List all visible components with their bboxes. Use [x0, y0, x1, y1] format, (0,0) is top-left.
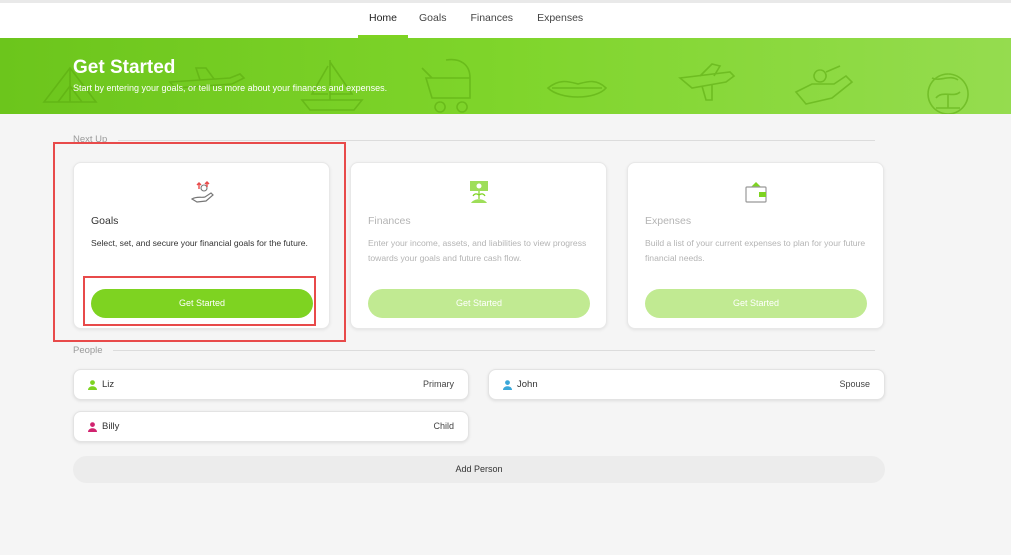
expenses-card: Expenses Build a list of your current ex… — [627, 162, 884, 329]
money-plant-icon — [469, 181, 488, 203]
wallet-icon — [744, 182, 767, 203]
person-icon — [503, 380, 512, 390]
add-person-button[interactable]: Add Person — [73, 456, 885, 483]
person-card-john[interactable]: John Spouse — [488, 369, 885, 400]
expenses-card-description: Build a list of your current expenses to… — [645, 238, 866, 263]
tab-expenses[interactable]: Expenses — [537, 3, 583, 38]
person-icon — [88, 380, 97, 390]
person-role: Child — [433, 421, 454, 431]
person-role: Primary — [423, 379, 454, 389]
hand-goals-icon — [190, 181, 214, 203]
banner-subtitle: Start by entering your goals, or tell us… — [73, 83, 388, 93]
top-navigation: Home Goals Finances Expenses — [0, 0, 1011, 38]
expenses-card-title: Expenses — [645, 215, 692, 227]
person-icon — [88, 422, 97, 432]
tab-finances[interactable]: Finances — [470, 3, 513, 38]
finances-card-description: Enter your income, assets, and liabiliti… — [368, 238, 587, 263]
nav-tabs: Home Goals Finances Expenses — [357, 3, 607, 38]
person-role: Spouse — [839, 379, 870, 389]
next-up-divider — [118, 140, 875, 141]
finances-get-started-button[interactable]: Get Started — [368, 289, 590, 318]
person-name: Billy — [102, 421, 120, 432]
finances-card-title: Finances — [368, 215, 411, 227]
goals-card-description: Select, set, and secure your financial g… — [91, 238, 308, 248]
tab-home[interactable]: Home — [357, 3, 409, 38]
goals-get-started-button[interactable]: Get Started — [91, 289, 313, 318]
person-card-liz[interactable]: Liz Primary — [73, 369, 469, 400]
people-divider — [113, 350, 875, 351]
people-label: People — [73, 345, 103, 356]
goals-card: Goals Select, set, and secure your finan… — [73, 162, 330, 329]
expenses-get-started-button[interactable]: Get Started — [645, 289, 867, 318]
get-started-banner: Get Started Start by entering your goals… — [0, 38, 1011, 114]
banner-title: Get Started — [73, 57, 176, 78]
tab-goals[interactable]: Goals — [419, 3, 446, 38]
person-name: Liz — [102, 379, 115, 390]
goals-card-title: Goals — [91, 215, 119, 227]
finances-card: Finances Enter your income, assets, and … — [350, 162, 607, 329]
next-up-label: Next Up — [73, 134, 108, 145]
person-card-billy[interactable]: Billy Child — [73, 411, 469, 442]
person-name: John — [517, 379, 538, 390]
